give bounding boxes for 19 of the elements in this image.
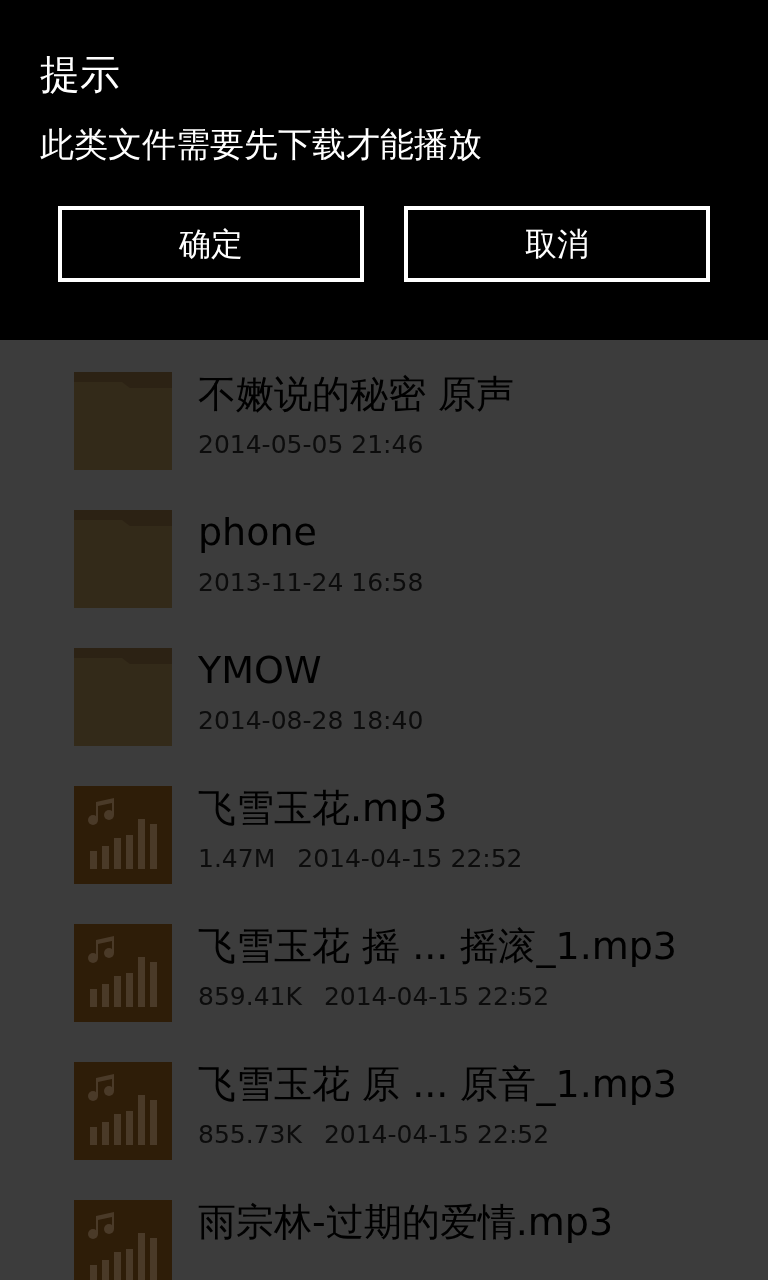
confirm-button[interactable]: 确定 [58,206,364,282]
file-item[interactable]: 雨宗林-过期的爱情.mp3 [74,1200,768,1280]
file-name: phone [198,510,318,554]
file-name: 不嫩说的秘密 原声 [198,372,515,416]
folder-icon [74,648,172,746]
file-name: 雨宗林-过期的爱情.mp3 [198,1200,614,1244]
dialog-message: 此类文件需要先下载才能播放 [40,123,483,166]
music-file-icon [74,786,172,884]
folder-icon [74,510,172,608]
music-file-icon [74,1200,172,1280]
folder-icon [74,372,172,470]
file-name: 飞雪玉花 摇 ... 摇滚_1.mp3 [198,924,678,968]
dialog-title: 提示 [40,50,121,99]
cancel-button[interactable]: 取消 [404,206,710,282]
file-name: YMOW [198,648,323,692]
file-name: 飞雪玉花 原 ... 原音_1.mp3 [198,1062,678,1106]
music-file-icon [74,924,172,1022]
file-name: 飞雪玉花.mp3 [198,786,449,830]
music-file-icon [74,1062,172,1160]
